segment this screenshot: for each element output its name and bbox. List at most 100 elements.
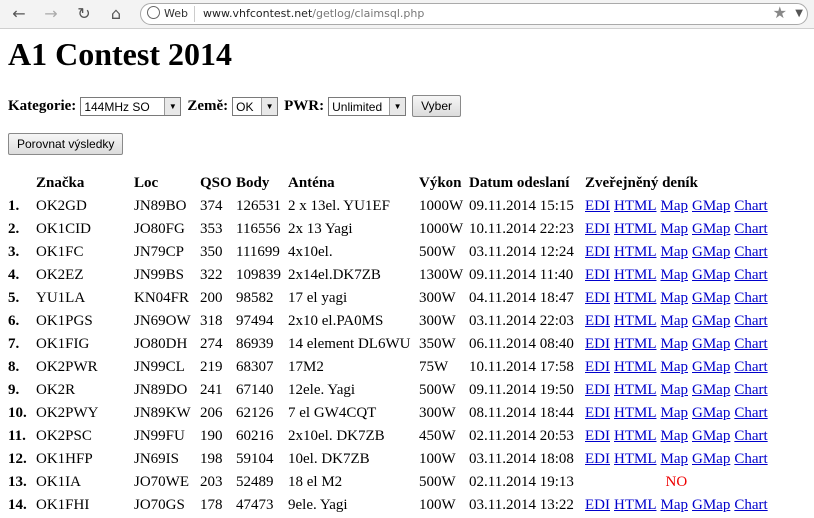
html-link[interactable]: HTML — [614, 405, 657, 421]
map-link[interactable]: Map — [661, 451, 689, 467]
edi-link[interactable]: EDI — [585, 267, 610, 283]
map-link[interactable]: Map — [661, 198, 689, 214]
link-cell: HTML — [612, 379, 659, 402]
address-dropdown-icon[interactable]: ▼ — [795, 6, 803, 22]
chart-link[interactable]: Chart — [734, 267, 767, 283]
callsign-cell: OK2PWR — [36, 359, 98, 375]
chart-link[interactable]: Chart — [734, 451, 767, 467]
chart-link[interactable]: Chart — [734, 405, 767, 421]
map-link[interactable]: Map — [661, 405, 689, 421]
edi-link[interactable]: EDI — [585, 198, 610, 214]
callsign-cell: OK1FHI — [36, 497, 90, 513]
map-link[interactable]: Map — [661, 428, 689, 444]
antenna-cell: 14 element DL6WU — [288, 336, 411, 352]
select-button[interactable]: Vyber — [412, 95, 462, 117]
edi-link[interactable]: EDI — [585, 244, 610, 260]
gmap-link[interactable]: GMap — [692, 313, 730, 329]
map-link[interactable]: Map — [661, 221, 689, 237]
map-link[interactable]: Map — [661, 382, 689, 398]
link-cell: Map — [659, 218, 691, 241]
table-row: 6. OK1PGS JN69OW 318 97494 2x10 el.PA0MS 300W 0… — [6, 310, 770, 333]
bookmark-star-icon[interactable]: ★ — [773, 4, 787, 22]
link-cell: Map — [659, 195, 691, 218]
chart-link[interactable]: Chart — [734, 221, 767, 237]
html-link[interactable]: HTML — [614, 428, 657, 444]
category-select[interactable]: 144MHz SO ▼ — [80, 96, 182, 116]
link-cell: Map — [659, 356, 691, 379]
edi-link[interactable]: EDI — [585, 405, 610, 421]
map-link[interactable]: Map — [661, 290, 689, 306]
html-link[interactable]: HTML — [614, 336, 657, 352]
edi-link[interactable]: EDI — [585, 497, 610, 513]
edi-link[interactable]: EDI — [585, 313, 610, 329]
gmap-link[interactable]: GMap — [692, 244, 730, 260]
antenna-cell: 2x14el.DK7ZB — [288, 267, 381, 283]
chart-link[interactable]: Chart — [734, 313, 767, 329]
gmap-link[interactable]: GMap — [692, 497, 730, 513]
map-link[interactable]: Map — [661, 359, 689, 375]
gmap-link[interactable]: GMap — [692, 405, 730, 421]
chart-link[interactable]: Chart — [734, 290, 767, 306]
edi-link[interactable]: EDI — [585, 451, 610, 467]
html-link[interactable]: HTML — [614, 290, 657, 306]
gmap-link[interactable]: GMap — [692, 198, 730, 214]
map-link[interactable]: Map — [661, 244, 689, 260]
link-cell: HTML — [612, 195, 659, 218]
home-icon[interactable]: ⌂ — [105, 3, 127, 25]
link-cell: Map — [659, 310, 691, 333]
edi-link[interactable]: EDI — [585, 382, 610, 398]
html-link[interactable]: HTML — [614, 382, 657, 398]
html-link[interactable]: HTML — [614, 451, 657, 467]
edi-link[interactable]: EDI — [585, 359, 610, 375]
chart-link[interactable]: Chart — [734, 497, 767, 513]
reload-icon[interactable]: ↻ — [73, 3, 95, 25]
country-select[interactable]: OK ▼ — [232, 96, 279, 116]
link-cell: HTML — [612, 494, 659, 517]
html-link[interactable]: HTML — [614, 267, 657, 283]
gmap-link[interactable]: GMap — [692, 359, 730, 375]
url-text[interactable]: www.vhfcontest.net/getlog/claimsql.php — [203, 6, 424, 22]
power-cell: 450W — [419, 428, 456, 444]
header-power: Výkon — [419, 175, 462, 191]
gmap-link[interactable]: GMap — [692, 221, 730, 237]
chart-link[interactable]: Chart — [734, 198, 767, 214]
address-bar[interactable]: Web www.vhfcontest.net/getlog/claimsql.p… — [140, 3, 808, 25]
forward-arrow-icon[interactable]: → — [40, 3, 62, 25]
edi-link[interactable]: EDI — [585, 221, 610, 237]
gmap-link[interactable]: GMap — [692, 267, 730, 283]
html-link[interactable]: HTML — [614, 198, 657, 214]
html-link[interactable]: HTML — [614, 313, 657, 329]
link-cell: HTML — [612, 448, 659, 471]
html-link[interactable]: HTML — [614, 497, 657, 513]
chart-link[interactable]: Chart — [734, 244, 767, 260]
header-antenna: Anténa — [288, 175, 335, 191]
compare-results-button[interactable]: Porovnat výsledky — [8, 133, 124, 155]
site-info-chip[interactable]: Web — [147, 6, 195, 22]
edi-link[interactable]: EDI — [585, 336, 610, 352]
chart-link[interactable]: Chart — [734, 336, 767, 352]
power-cell: 500W — [419, 244, 456, 260]
header-qso: QSO — [200, 175, 232, 191]
gmap-link[interactable]: GMap — [692, 451, 730, 467]
map-link[interactable]: Map — [661, 267, 689, 283]
html-link[interactable]: HTML — [614, 359, 657, 375]
gmap-link[interactable]: GMap — [692, 382, 730, 398]
gmap-link[interactable]: GMap — [692, 290, 730, 306]
power-cell: 500W — [419, 382, 456, 398]
antenna-cell: 2x10 el.PA0MS — [288, 313, 384, 329]
map-link[interactable]: Map — [661, 336, 689, 352]
qso-cell: 318 — [200, 313, 223, 329]
html-link[interactable]: HTML — [614, 221, 657, 237]
edi-link[interactable]: EDI — [585, 290, 610, 306]
power-select[interactable]: Unlimited ▼ — [328, 96, 407, 116]
html-link[interactable]: HTML — [614, 244, 657, 260]
chart-link[interactable]: Chart — [734, 382, 767, 398]
chart-link[interactable]: Chart — [734, 428, 767, 444]
map-link[interactable]: Map — [661, 497, 689, 513]
map-link[interactable]: Map — [661, 313, 689, 329]
gmap-link[interactable]: GMap — [692, 428, 730, 444]
edi-link[interactable]: EDI — [585, 428, 610, 444]
chart-link[interactable]: Chart — [734, 359, 767, 375]
back-arrow-icon[interactable]: ← — [8, 3, 30, 25]
gmap-link[interactable]: GMap — [692, 336, 730, 352]
